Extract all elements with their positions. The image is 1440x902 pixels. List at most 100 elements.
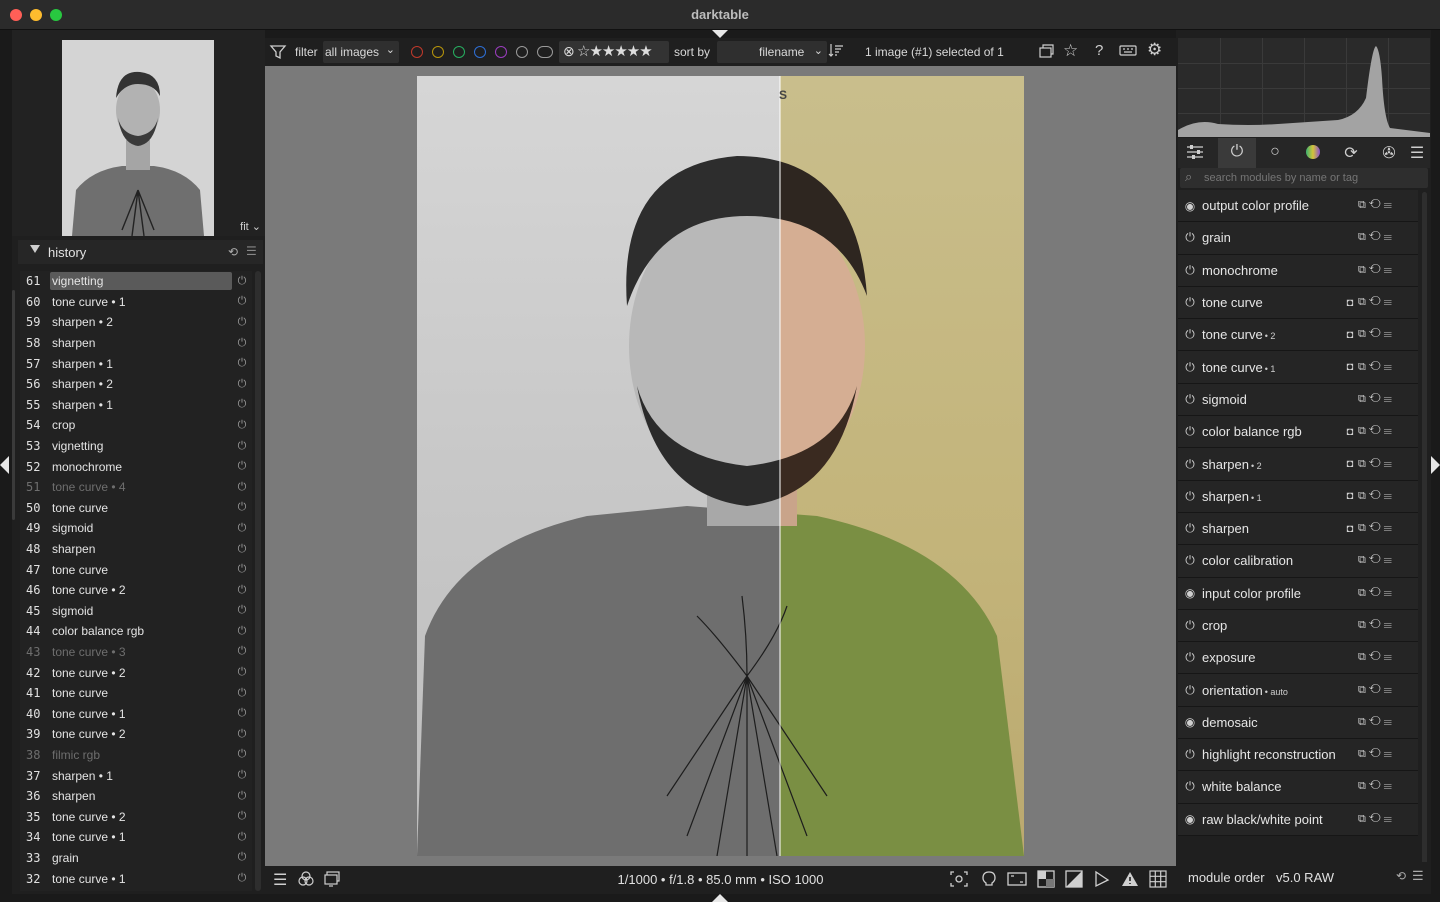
presets-menu-icon[interactable]: ☰ [1384,716,1395,728]
presets-menu-icon[interactable]: ☰ [1384,748,1395,760]
module-header[interactable]: ⏻ tone curve • 2 ◘ ⧉⟲☰ [1178,319,1418,352]
history-item[interactable]: 45 sigmoid ⏻ [20,601,252,622]
multi-instance-icon[interactable]: ⧉ [1358,619,1369,631]
multi-instance-icon[interactable]: ⧉ [1358,328,1369,340]
module-header[interactable]: ⏻ crop ⧉⟲☰ [1178,609,1418,643]
always-on-icon[interactable]: ◉ [1178,715,1202,729]
reset-icon[interactable]: ⟲ [1369,361,1384,373]
presets-menu-icon[interactable]: ☰ [1384,393,1395,405]
history-item[interactable]: 32 tone curve • 1 ⏻ [20,868,252,889]
lightbulb-icon[interactable] [981,870,997,893]
module-header[interactable]: ⏻ grain ⧉⟲☰ [1178,222,1418,255]
module-header[interactable]: ⏻ monochrome ⧉⟲☰ [1178,254,1418,287]
reset-icon[interactable]: ⟲ [1396,869,1406,883]
collapse-triangle-icon[interactable] [30,245,40,253]
reset-icon[interactable]: ⟲ [1369,619,1384,631]
guides-grid-icon[interactable] [1149,870,1167,893]
reset-icon[interactable]: ⟲ [1369,199,1384,211]
reset-icon[interactable]: ⟲ [228,245,238,259]
history-item[interactable]: 35 tone curve • 2 ⏻ [20,806,252,827]
active-modules-power-icon[interactable]: ⏻ [1224,143,1250,165]
reset-icon[interactable]: ⟲ [1369,522,1384,534]
history-item[interactable]: 34 tone curve • 1 ⏻ [20,827,252,848]
module-header[interactable]: ⏻ color calibration ⧉⟲☰ [1178,545,1418,578]
presets-menu-icon[interactable]: ☰ [1384,264,1395,276]
presets-menu-icon[interactable]: ☰ [1384,490,1395,502]
presets-menu-icon[interactable]: ☰ [1384,458,1395,470]
module-header[interactable]: ⏻ sigmoid ⧉⟲☰ [1178,383,1418,417]
sort-direction-icon[interactable] [828,42,844,61]
history-item[interactable]: 53 vignetting ⏻ [20,436,252,457]
history-item[interactable]: 33 grain ⏻ [20,848,252,869]
multi-instance-icon[interactable]: ⧉ [1358,780,1369,792]
module-header[interactable]: ⏻ sharpen • 2 ◘ ⧉⟲☰ [1178,448,1418,481]
collapse-left-panel-arrow-icon[interactable] [0,456,9,474]
always-on-icon[interactable]: ◉ [1178,586,1202,600]
color-label-yellow-icon[interactable] [432,46,444,58]
multi-instance-icon[interactable]: ⧉ [1358,813,1369,825]
history-item[interactable]: 60 tone curve • 1 ⏻ [20,292,252,313]
multi-instance-icon[interactable]: ⧉ [1358,716,1369,728]
reset-icon[interactable]: ⟲ [1369,458,1384,470]
presets-menu-icon[interactable]: ☰ [1412,868,1424,884]
module-header[interactable]: ◉ demosaic ⧉⟲☰ [1178,706,1418,740]
split-handle[interactable]: S [779,88,787,102]
reset-icon[interactable]: ⟲ [1369,651,1384,663]
multi-instance-icon[interactable]: ⧉ [1358,587,1369,599]
effect-group-icon[interactable]: ✇ [1376,143,1402,165]
reject-icon[interactable]: ⊗ [563,43,575,60]
history-item[interactable]: 37 sharpen • 1 ⏻ [20,765,252,786]
multi-instance-icon[interactable]: ⧉ [1358,393,1369,405]
presets-menu-icon[interactable]: ☰ [1384,554,1395,566]
power-icon[interactable]: ⏻ [1178,295,1202,310]
multi-instance-icon[interactable]: ⧉ [1358,490,1369,502]
history-item[interactable]: 48 sharpen ⏻ [20,539,252,560]
clipping-indicator-icon[interactable] [1037,870,1055,893]
power-icon[interactable]: ⏻ [1178,618,1202,633]
help-icon[interactable]: ? [1095,42,1103,59]
power-icon[interactable]: ⏻ [1178,392,1202,407]
color-label-red-icon[interactable] [411,46,423,58]
module-header[interactable]: ⏻ tone curve ◘ ⧉⟲☰ [1178,286,1418,320]
history-item[interactable]: 61 vignetting ⏻ [20,271,252,292]
multi-instance-icon[interactable]: ⧉ [1358,199,1369,211]
history-item[interactable]: 47 tone curve ⏻ [20,559,252,580]
presets-menu-icon[interactable]: ☰ [1384,813,1395,825]
navigator-thumbnail[interactable] [62,40,214,236]
module-search-box[interactable]: ⌕ [1180,168,1428,188]
history-item[interactable]: 42 tone curve • 2 ⏻ [20,662,252,683]
module-search-input[interactable] [1204,169,1424,187]
power-icon[interactable]: ⏻ [1178,424,1202,439]
correct-group-icon[interactable]: ⟳ [1338,143,1364,165]
reset-icon[interactable]: ⟲ [1369,684,1384,696]
reset-icon[interactable]: ⟲ [1369,813,1384,825]
multi-instance-icon[interactable]: ⧉ [1358,684,1369,696]
presets-menu-icon[interactable]: ☰ [1384,684,1395,696]
power-icon[interactable]: ⏻ [1178,360,1202,375]
multi-instance-icon[interactable]: ⧉ [1358,522,1369,534]
module-header[interactable]: ◉ input color profile ⧉⟲☰ [1178,577,1418,610]
always-on-icon[interactable]: ◉ [1178,199,1202,213]
multi-instance-icon[interactable]: ⧉ [1358,425,1369,437]
module-header[interactable]: ⏻ exposure ⧉⟲☰ [1178,642,1418,675]
multi-instance-icon[interactable]: ⧉ [1358,458,1369,470]
power-icon[interactable]: ⏻ [1178,553,1202,568]
history-item[interactable]: 43 tone curve • 3 ⏻ [20,642,252,663]
color-label-blue-icon[interactable] [474,46,486,58]
gear-icon[interactable]: ⚙ [1147,40,1162,60]
history-item[interactable]: 41 tone curve ⏻ [20,683,252,704]
power-icon[interactable]: ⏻ [1178,650,1202,665]
presets-menu-icon[interactable]: ☰ [1384,651,1395,663]
collapse-top-panel-arrow-icon[interactable] [712,30,728,38]
module-header[interactable]: ⏻ sharpen ◘ ⧉⟲☰ [1178,512,1418,546]
module-header[interactable]: ⏻ highlight reconstruction ⧉⟲☰ [1178,739,1418,772]
module-header[interactable]: ⏻ white balance ⧉⟲☰ [1178,771,1418,804]
presets-menu-icon[interactable]: ☰ [1384,199,1395,211]
history-item[interactable]: 38 filmic rgb ⏻ [20,745,252,766]
multi-instance-icon[interactable]: ⧉ [1358,554,1369,566]
reset-icon[interactable]: ⟲ [1369,393,1384,405]
power-icon[interactable]: ⏻ [1178,747,1202,762]
presets-menu-icon[interactable]: ☰ [1384,780,1395,792]
star-overlay-icon[interactable]: ☆ [1063,41,1078,61]
quick-access-panel-icon[interactable] [1182,143,1208,165]
